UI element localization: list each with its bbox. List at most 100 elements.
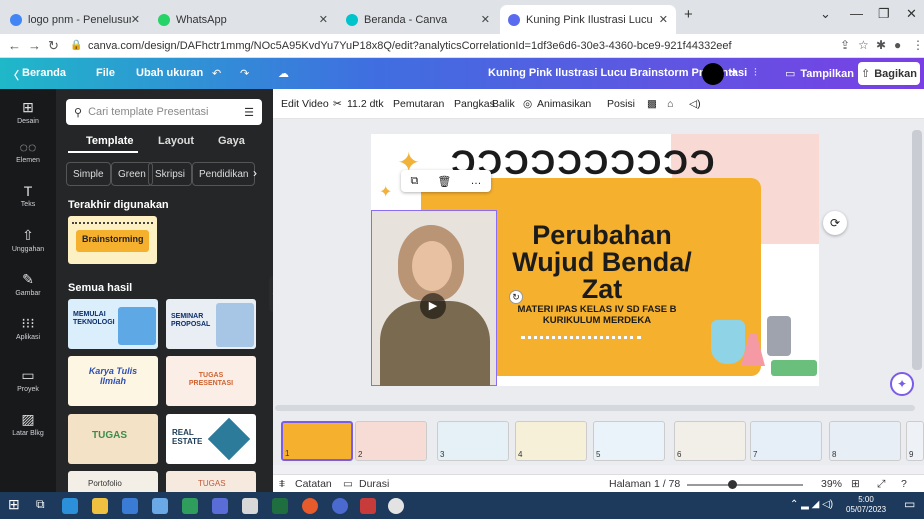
menu-icon[interactable]: ⋮: [912, 38, 924, 52]
page-thumbnail[interactable]: 5: [593, 421, 665, 461]
transparency-icon[interactable]: ▩: [647, 98, 657, 110]
tab-style[interactable]: Gaya: [218, 135, 245, 147]
template-thumb[interactable]: Portofolio: [68, 471, 158, 492]
template-thumb[interactable]: SEMINAR PROPOSAL: [166, 299, 256, 349]
chip-green[interactable]: Green: [111, 162, 153, 186]
page-thumbnail[interactable]: 2: [355, 421, 427, 461]
app-icon[interactable]: [182, 498, 198, 514]
excel-icon[interactable]: [272, 498, 288, 514]
fullscreen-icon[interactable]: ⤢: [877, 478, 885, 491]
volume-icon[interactable]: ◁): [689, 98, 701, 110]
share-page-icon[interactable]: ⇪: [840, 38, 850, 52]
page-thumbnail[interactable]: 4: [515, 421, 587, 461]
app-icon[interactable]: [212, 498, 228, 514]
store-icon[interactable]: [152, 498, 168, 514]
file-explorer-icon[interactable]: [92, 498, 108, 514]
app-icon[interactable]: [242, 498, 258, 514]
template-thumb[interactable]: Karya Tulis Ilmiah: [68, 356, 158, 406]
minimize-icon[interactable]: —: [850, 6, 863, 21]
tab-template[interactable]: Template: [86, 135, 133, 147]
chrome-icon[interactable]: [388, 498, 404, 514]
page-thumbnail[interactable]: 3: [437, 421, 509, 461]
grid-view-icon[interactable]: ⊞: [851, 478, 860, 490]
copy-icon[interactable]: ⧉: [411, 175, 419, 188]
rail-item-apps[interactable]: ⁝⁝⁝ Aplikasi: [0, 315, 56, 341]
video-frame[interactable]: ▶: [371, 210, 497, 386]
undo-icon[interactable]: ↶: [212, 67, 221, 80]
template-thumb[interactable]: REAL ESTATE: [166, 414, 256, 464]
firefox-icon[interactable]: [302, 498, 318, 514]
rail-item-uploads[interactable]: ⇧ Unggahan: [0, 227, 56, 253]
app-icon[interactable]: [332, 498, 348, 514]
back-icon[interactable]: ←: [8, 38, 21, 53]
extensions-icon[interactable]: ✱: [876, 38, 886, 52]
more-icon[interactable]: …: [470, 175, 481, 187]
zoom-slider-knob[interactable]: [728, 480, 738, 489]
chevron-left-icon[interactable]: 〈: [8, 67, 19, 83]
edit-video-button[interactable]: Edit Video: [281, 98, 329, 110]
notifications-icon[interactable]: ▭: [904, 497, 915, 511]
new-tab-button[interactable]: +: [684, 6, 693, 23]
strip-scrollbar[interactable]: [275, 405, 915, 411]
browser-tab-active[interactable]: Kuning Pink Ilustrasi Lucu Brainst ✕: [500, 5, 676, 34]
animate-button[interactable]: Animasikan: [537, 98, 591, 110]
reload-icon[interactable]: ↻: [48, 38, 59, 54]
chip-skripsi[interactable]: Skripsi: [148, 162, 193, 186]
avatar[interactable]: [702, 63, 724, 85]
page-thumbnail[interactable]: 6: [674, 421, 746, 461]
home-link[interactable]: Beranda: [22, 67, 66, 79]
close-window-icon[interactable]: ✕: [906, 6, 917, 22]
rotate-handle-icon[interactable]: ↻: [509, 290, 523, 304]
trash-icon[interactable]: 🗑: [437, 175, 451, 188]
close-icon[interactable]: ✕: [131, 13, 140, 26]
zoom-slider-track[interactable]: [687, 484, 803, 486]
rail-item-design[interactable]: ⊞ Desain: [0, 99, 56, 125]
filter-icon[interactable]: ☰: [244, 106, 254, 119]
chip-simple[interactable]: Simple: [66, 162, 111, 186]
page-thumbnail[interactable]: 1: [281, 421, 353, 461]
url-field[interactable]: canva.com/design/DAFhctr1mmg/NOc5A95KvdY…: [88, 37, 828, 55]
close-icon[interactable]: ✕: [481, 13, 490, 26]
rail-item-elements[interactable]: ◌◌ Elemen: [0, 139, 56, 164]
tray-icons[interactable]: ⌃ ▂ ◢ ◁): [790, 499, 833, 510]
close-icon[interactable]: ✕: [659, 13, 668, 26]
template-search-input[interactable]: ⚲ Cari template Presentasi ☰: [66, 99, 262, 125]
template-thumb[interactable]: TUGAS: [166, 471, 256, 492]
recent-template-thumb[interactable]: Brainstorming: [68, 216, 157, 264]
edge-icon[interactable]: [62, 498, 78, 514]
mail-icon[interactable]: [122, 498, 138, 514]
rail-item-background[interactable]: ▨ Latar Blkg: [0, 411, 56, 437]
crop-button[interactable]: Pangkas: [454, 98, 495, 110]
play-icon[interactable]: ▶: [420, 293, 446, 319]
tab-layout[interactable]: Layout: [158, 135, 194, 147]
browser-tab[interactable]: logo pnm - Penelusuran Google ✕: [2, 5, 148, 34]
duration-button[interactable]: 11.2 dtk: [347, 98, 384, 110]
maximize-icon[interactable]: ❐: [878, 6, 890, 22]
chevron-right-icon[interactable]: ›: [253, 166, 257, 180]
chip-pendidikan[interactable]: Pendidikan: [192, 162, 256, 186]
share-button[interactable]: ⇧ Bagikan: [858, 62, 920, 85]
vertical-scrollbar[interactable]: [912, 130, 922, 370]
duration-bottom-button[interactable]: Durasi: [359, 478, 389, 490]
page-thumbnail[interactable]: 7: [750, 421, 822, 461]
notes-button[interactable]: Catatan: [295, 478, 332, 490]
position-button[interactable]: Posisi: [607, 98, 635, 110]
rail-item-projects[interactable]: ▭ Proyek: [0, 367, 56, 393]
pdf-icon[interactable]: [360, 498, 376, 514]
template-thumb[interactable]: TUGAS PRESENTASI: [166, 356, 256, 406]
page-thumbnail[interactable]: 8: [829, 421, 901, 461]
refresh-icon[interactable]: ⟳: [823, 211, 847, 235]
template-thumb[interactable]: MEMULAI TEKNOLOGI: [68, 299, 158, 349]
forward-icon[interactable]: →: [28, 38, 41, 53]
file-menu[interactable]: File: [96, 67, 115, 79]
playback-button[interactable]: Pemutaran: [393, 98, 444, 110]
rail-item-text[interactable]: T Teks: [0, 183, 56, 208]
redo-icon[interactable]: ↷: [240, 67, 249, 80]
windows-start-icon[interactable]: ⊞: [8, 496, 20, 513]
help-icon[interactable]: ?: [901, 478, 907, 490]
page-thumbnail[interactable]: 9: [906, 421, 924, 461]
analytics-icon[interactable]: ⫶: [754, 67, 757, 80]
flip-button[interactable]: Balik: [492, 98, 515, 110]
close-icon[interactable]: ✕: [319, 13, 328, 26]
plus-icon[interactable]: +: [730, 64, 738, 79]
